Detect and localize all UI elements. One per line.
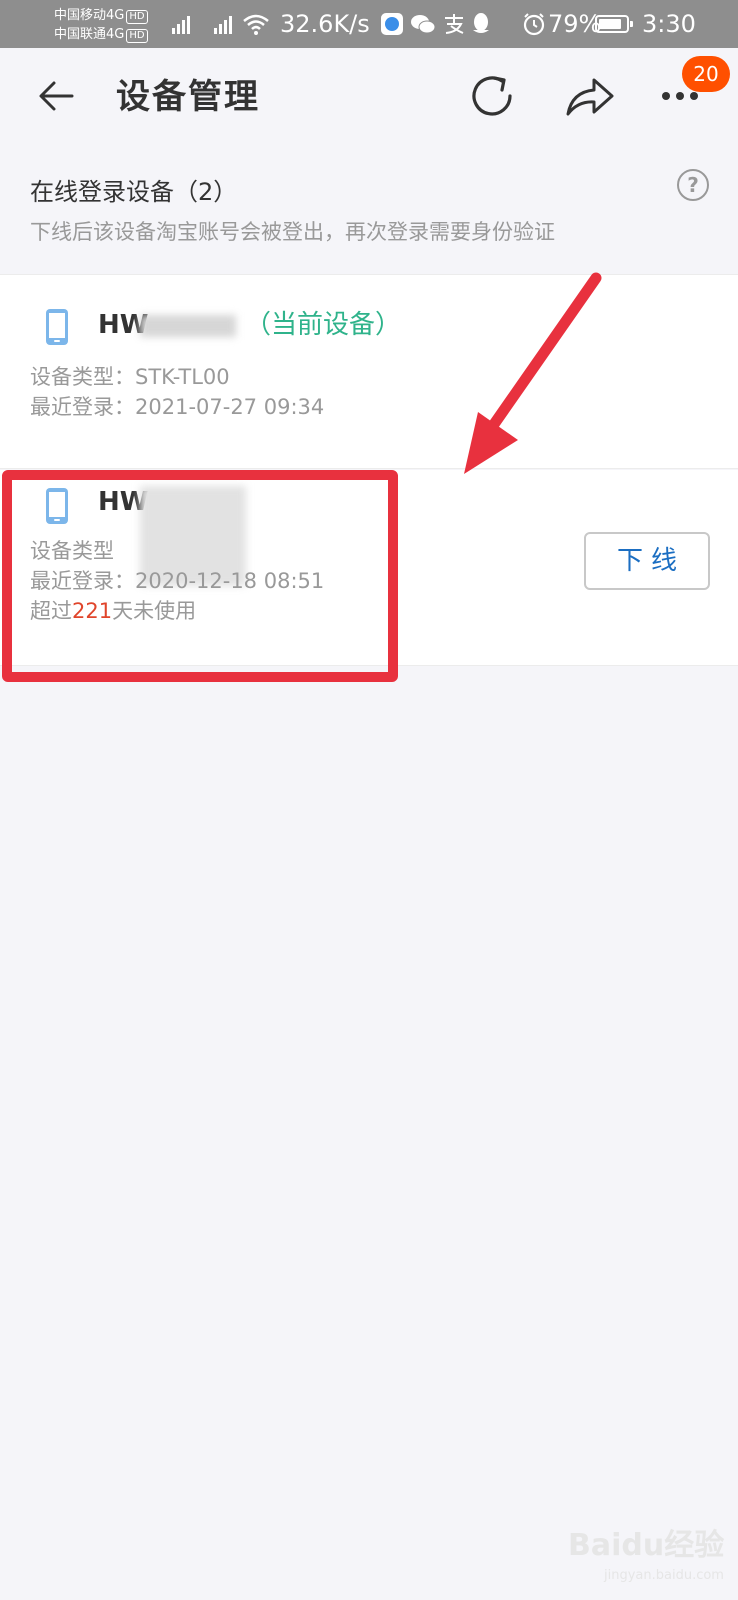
notification-badge: 20 — [682, 56, 730, 92]
alipay-icon — [445, 14, 464, 34]
nav-header: 设备管理 20 — [0, 48, 738, 148]
last-login: 最近登录：2021-07-27 09:34 — [30, 395, 325, 419]
section-title: 在线登录设备（2） — [30, 178, 238, 206]
wifi-icon — [243, 14, 269, 35]
net-speed: 32.6K/s — [280, 10, 370, 38]
battery-icon — [595, 15, 633, 33]
refresh-icon[interactable] — [466, 70, 518, 122]
signal-icon — [172, 16, 190, 34]
signal-icon — [214, 16, 232, 34]
device-type: 设备类型：STK-TL00 — [30, 365, 230, 389]
annotation-highlight-box — [2, 470, 398, 682]
qq-icon — [473, 13, 489, 33]
section-description: 下线后该设备淘宝账号会被登出，再次登录需要身份验证 — [30, 220, 555, 244]
battery-percent: 79% — [548, 10, 602, 38]
browser-icon — [381, 13, 403, 35]
current-device-tag: （当前设备） — [245, 310, 402, 340]
alarm-icon — [523, 13, 545, 36]
wechat-icon — [411, 15, 436, 34]
device-card-current: HW （当前设备） 设备类型：STK-TL00 最近登录：2021-07-27 … — [0, 274, 738, 469]
carrier-1: 中国移动4G — [54, 8, 125, 23]
hd-badge: HD — [126, 10, 148, 24]
redacted-blur — [140, 315, 236, 337]
phone-icon — [46, 309, 68, 345]
clock: 3:30 — [642, 10, 696, 38]
offline-button[interactable]: 下线 — [584, 532, 710, 590]
watermark-url: jingyan.baidu.com — [604, 1568, 724, 1583]
hd-badge: HD — [126, 29, 148, 43]
back-arrow-icon[interactable] — [34, 74, 78, 118]
status-bar: 中国移动4G HD 中国联通4G HD 32.6K/s 79% 3:30 — [0, 0, 738, 48]
share-icon[interactable] — [562, 70, 618, 122]
carrier-2: 中国联通4G — [54, 27, 125, 42]
help-icon[interactable]: ? — [677, 169, 709, 201]
carrier-info: 中国移动4G HD 中国联通4G HD — [54, 6, 148, 44]
page-title: 设备管理 — [116, 77, 260, 117]
annotation-arrow-icon — [464, 272, 602, 474]
watermark-logo: Baidu经验 — [568, 1528, 725, 1563]
